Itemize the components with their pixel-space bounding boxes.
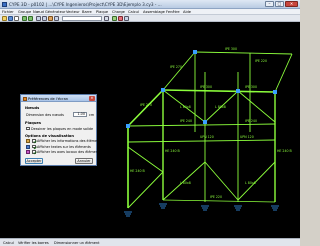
node[interactable] bbox=[273, 90, 277, 94]
window-icon[interactable] bbox=[54, 16, 59, 21]
cancel-button[interactable]: Annuler bbox=[75, 158, 93, 164]
menu-groupe[interactable]: Groupe bbox=[18, 10, 31, 14]
member-label: L 80x8 bbox=[180, 181, 191, 185]
member-label: IPE 220 bbox=[255, 59, 267, 63]
support-symbols bbox=[124, 203, 279, 217]
member-labels: IPE 300 IPE 300 IPE 300 HE 240 B HE 240 … bbox=[130, 47, 292, 199]
new-icon[interactable] bbox=[14, 16, 19, 21]
member-label: IPE 300 bbox=[225, 47, 237, 51]
member-label: L 80x8 bbox=[215, 105, 226, 109]
show-info-label: Afficher les informations des éléments bbox=[37, 139, 103, 144]
node-size-unit: cm bbox=[89, 112, 95, 117]
status-calcul: Calcul bbox=[3, 241, 14, 245]
node-size-label: Dimension des nœuds bbox=[26, 112, 64, 117]
member-label: IPE 300 bbox=[245, 85, 257, 89]
member-label: IPE 240 bbox=[180, 119, 192, 123]
menu-calcul[interactable]: Calcul bbox=[128, 10, 139, 14]
preferences-dialog: Préférences de l'écran ✕ Nœuds Dimension… bbox=[20, 94, 102, 166]
redo-icon[interactable] bbox=[28, 16, 33, 21]
view3d-icon[interactable] bbox=[48, 16, 53, 21]
toolbar-field[interactable] bbox=[62, 16, 102, 21]
support-icon bbox=[234, 205, 242, 211]
support-icon bbox=[124, 211, 132, 217]
group-nodes-heading: Nœuds bbox=[25, 106, 40, 110]
undo-icon[interactable] bbox=[22, 16, 27, 21]
structure-members bbox=[127, 51, 293, 209]
results-icon[interactable] bbox=[118, 16, 123, 21]
member-label: L 80x8 bbox=[180, 105, 191, 109]
info-icon bbox=[26, 139, 30, 143]
pan-icon[interactable] bbox=[42, 16, 47, 21]
app-icon bbox=[2, 2, 7, 7]
dialog-title: Préférences de l'écran bbox=[28, 96, 69, 101]
save-icon[interactable] bbox=[8, 16, 13, 21]
support-icon bbox=[271, 205, 279, 211]
member-label: IPE 270 bbox=[140, 103, 152, 107]
node[interactable] bbox=[236, 89, 240, 93]
open-icon[interactable] bbox=[2, 16, 7, 21]
node[interactable] bbox=[193, 50, 197, 54]
menu-generateur[interactable]: Générateur bbox=[45, 10, 66, 14]
statusbar: Calcul Vérifier les barres Dimensionner … bbox=[0, 238, 300, 246]
member-label: HE 240 B bbox=[130, 169, 145, 173]
dialog-icon bbox=[23, 96, 27, 101]
menu-charge[interactable]: Charge bbox=[112, 10, 125, 14]
show-axes-label: Afficher les axes locaux des éléments bbox=[37, 150, 101, 155]
maximize-button[interactable]: □ bbox=[275, 1, 284, 7]
axes-icon bbox=[26, 150, 30, 154]
print-icon[interactable] bbox=[124, 16, 129, 21]
solid-plaques-checkbox[interactable] bbox=[26, 126, 30, 130]
window-title: CYPE 3D - p0102 | ...\CYPE Ingenieros\Pr… bbox=[9, 2, 162, 7]
minimize-button[interactable]: – bbox=[265, 1, 274, 7]
menu-plaque[interactable]: Plaque bbox=[96, 10, 108, 14]
node[interactable] bbox=[203, 120, 207, 124]
dialog-titlebar: Préférences de l'écran ✕ bbox=[21, 95, 96, 102]
show-text-checkbox[interactable] bbox=[32, 144, 36, 149]
accept-button[interactable]: Accepter bbox=[25, 158, 43, 164]
dialog-close-button[interactable]: ✕ bbox=[89, 96, 95, 101]
member-label: IPE 220 bbox=[210, 195, 222, 199]
member-label: UPN 120 bbox=[200, 135, 214, 139]
menu-vecteur[interactable]: Vecteur bbox=[66, 10, 80, 14]
solid-plaques-label: Dessiner les plaques en mode solide bbox=[31, 126, 94, 131]
member-label: HE 240 B bbox=[165, 149, 180, 153]
menu-fichier[interactable]: Fichier bbox=[2, 10, 14, 14]
dropdown-icon[interactable] bbox=[104, 16, 109, 21]
menu-fenetre[interactable]: Fenêtre bbox=[166, 10, 180, 14]
node-size-input[interactable]: 1.00 bbox=[73, 112, 87, 117]
close-button[interactable]: ✕ bbox=[285, 1, 298, 7]
menu-barre[interactable]: Barre bbox=[82, 10, 92, 14]
menu-assemblage[interactable]: Assemblage bbox=[143, 10, 165, 14]
member-label: IPE 300 bbox=[200, 85, 212, 89]
member-label: IPE 270 bbox=[170, 65, 182, 69]
zoom-icon[interactable] bbox=[36, 16, 41, 21]
toolbar bbox=[0, 15, 300, 22]
member-label: HE 240 B bbox=[277, 149, 292, 153]
node[interactable] bbox=[126, 124, 130, 128]
member-label: IPE 240 bbox=[245, 119, 257, 123]
calc-icon[interactable] bbox=[112, 16, 117, 21]
menu-noeud[interactable]: Nœud bbox=[33, 10, 44, 14]
show-axes-checkbox[interactable] bbox=[32, 150, 36, 154]
status-verify: Vérifier les barres bbox=[18, 241, 49, 245]
support-icon bbox=[159, 203, 167, 209]
window-titlebar: CYPE 3D - p0102 | ...\CYPE Ingenieros\Pr… bbox=[0, 0, 300, 9]
text-icon bbox=[26, 144, 30, 149]
node[interactable] bbox=[161, 88, 165, 92]
status-dimension: Dimensionner un élément bbox=[54, 241, 100, 245]
group-visualization-heading: Options de visualisation bbox=[25, 134, 74, 138]
group-plaques-heading: Plaques bbox=[25, 121, 41, 125]
menu-aide[interactable]: Aide bbox=[183, 10, 191, 14]
show-info-checkbox[interactable] bbox=[32, 139, 36, 143]
member-label: L 80x8 bbox=[245, 181, 256, 185]
member-label: UPN 120 bbox=[240, 135, 254, 139]
show-text-label: Afficher textes sur les éléments bbox=[37, 144, 91, 149]
support-icon bbox=[201, 205, 209, 211]
